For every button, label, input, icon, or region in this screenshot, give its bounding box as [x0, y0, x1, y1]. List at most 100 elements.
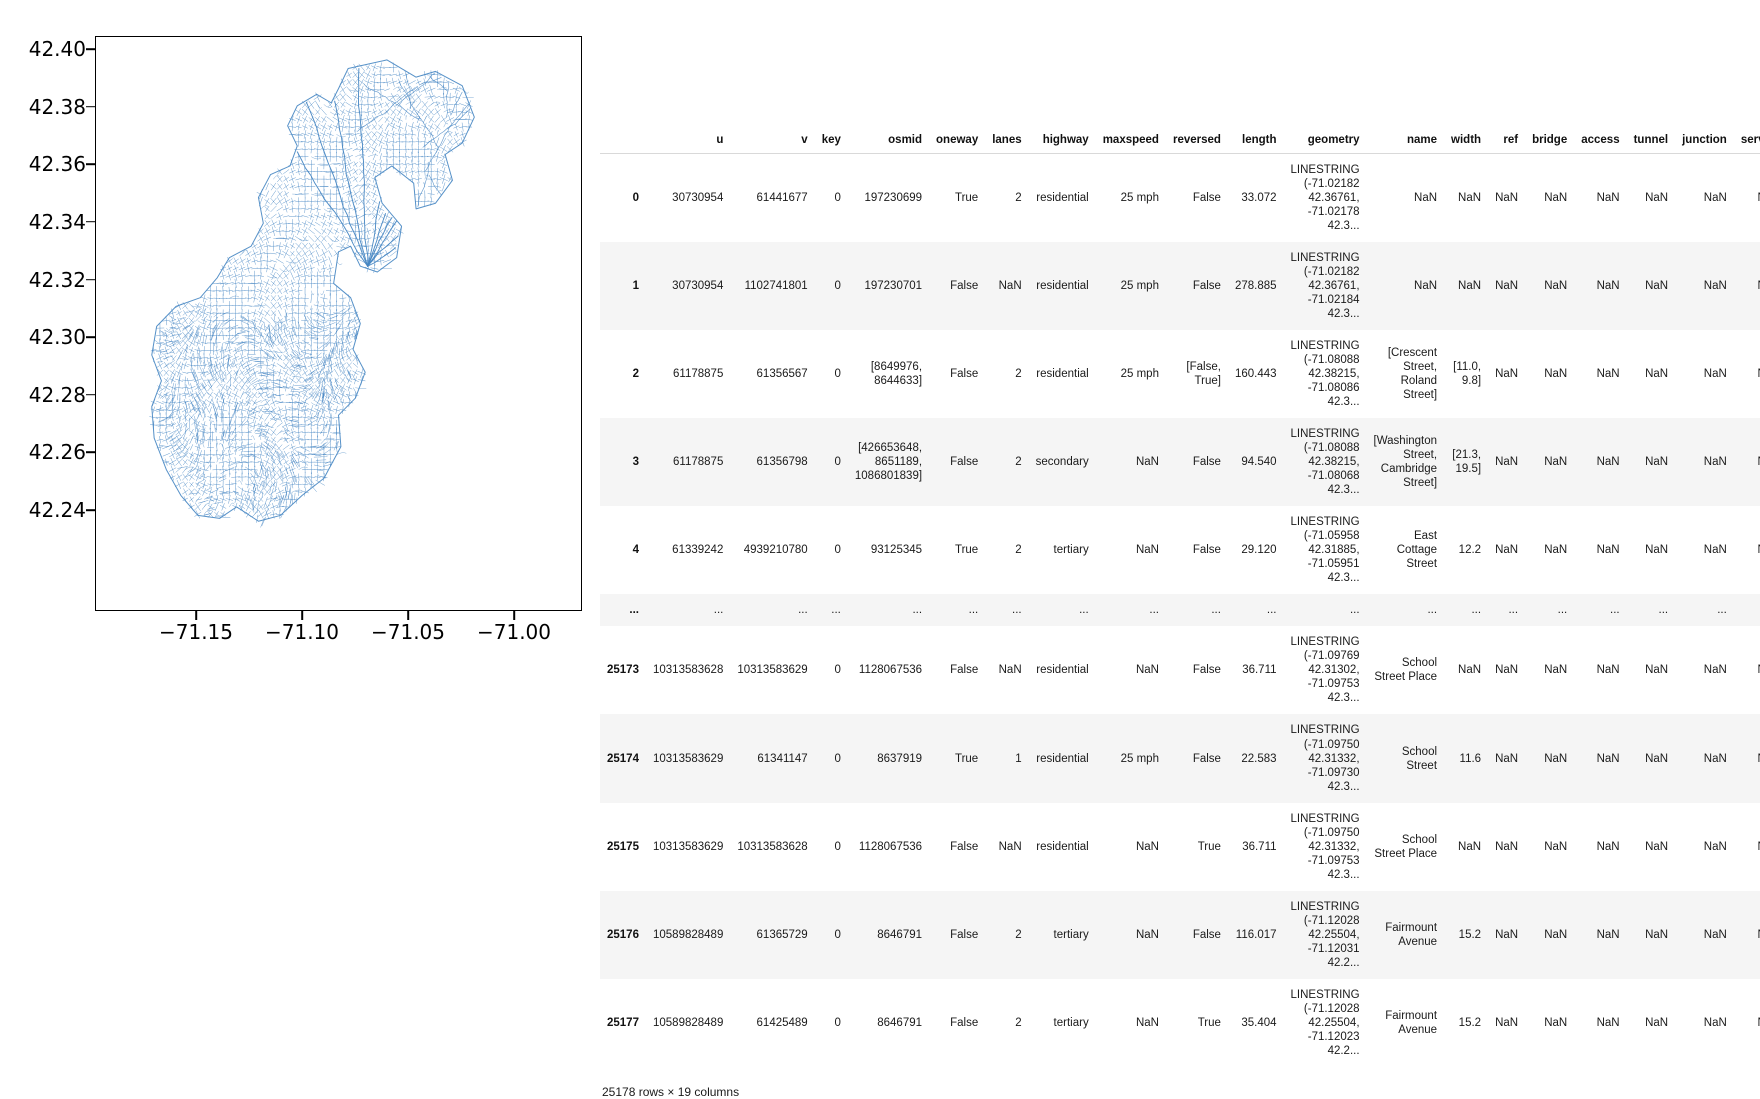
cell-bridge: NaN [1544, 192, 1568, 205]
cell-highway: residential [1036, 664, 1089, 677]
row-index-label: 3 [632, 456, 639, 469]
cell-tunnel: NaN [1645, 456, 1669, 469]
cell-tunnel: NaN [1645, 840, 1669, 853]
cell-geometry: LINESTRING (-71.02182 42.36761, -71.0218… [1290, 252, 1360, 321]
column-header-tunnel: tunnel [1626, 130, 1676, 154]
cell-access: ... [1610, 604, 1620, 617]
y-tick-label: 42.38 [28, 94, 86, 119]
cell-osmid: 8637919 [877, 752, 923, 765]
cell-tunnel: NaN [1645, 280, 1669, 293]
table-row: 4 61339242 4939210780 0 93125345 True 2 tertiar… [600, 506, 1760, 595]
cell-bridge: NaN [1544, 928, 1568, 941]
table-row: 25173 10313583628 10313583629 0 1128067536 Fa… [600, 626, 1760, 715]
table-row: 2 61178875 61356567 0 [8649976, 8644633] Fals… [600, 330, 1760, 419]
matplotlib-figure: 42.40 42.38 42.36 42.34 42.32 42.30 42.28 42.26… [0, 0, 600, 695]
cell-oneway: False [950, 456, 979, 469]
cell-service: ... [1734, 594, 1760, 626]
cell-v: 61341147 [757, 752, 808, 765]
cell-tunnel: NaN [1645, 192, 1669, 205]
cell-key: 0 [834, 840, 841, 853]
x-tick-mark [195, 611, 197, 620]
cell-lanes: 2 [1015, 456, 1022, 469]
cell-v: 61441677 [756, 192, 808, 205]
cell-maxspeed: NaN [1135, 1016, 1159, 1029]
cell-name: School Street Place [1374, 657, 1438, 684]
x-tick-label: −71.05 [370, 620, 445, 644]
cell-ref: NaN [1495, 752, 1519, 765]
cell-osmid: 8646791 [877, 1016, 923, 1029]
cell-lanes: 1 [1015, 752, 1022, 765]
cell-service: NaN [1734, 154, 1760, 243]
plot-axes-frame [95, 36, 582, 611]
cell-oneway: False [950, 368, 979, 381]
cell-width: NaN [1458, 280, 1482, 293]
cell-name: School Street [1401, 745, 1438, 772]
x-tick-mark [407, 611, 409, 620]
cell-oneway: True [954, 544, 979, 557]
y-tick-mark [86, 278, 95, 281]
cell-geometry: LINESTRING (-71.12028 42.25504, -71.1202… [1290, 988, 1360, 1057]
cell-geometry: LINESTRING (-71.09750 42.31332, -71.0975… [1290, 812, 1360, 881]
cell-width: 15.2 [1458, 1016, 1482, 1029]
x-tick-mark [513, 611, 515, 620]
cell-v: 10313583628 [737, 840, 808, 853]
column-header-service: service [1733, 130, 1760, 154]
cell-key: 0 [834, 192, 841, 205]
cell-service: NaN [1734, 506, 1760, 594]
cell-lanes: 2 [1015, 368, 1022, 381]
cell-reversed: False [1192, 280, 1221, 293]
cell-osmid: 197230699 [864, 192, 923, 205]
cell-geometry: LINESTRING (-71.08088 42.38215, -71.0808… [1290, 340, 1360, 409]
cell-maxspeed: 25 mph [1120, 368, 1159, 381]
cell-access: NaN [1596, 280, 1620, 293]
cell-width: 15.2 [1458, 928, 1482, 941]
cell-u: 61178875 [673, 456, 724, 469]
cell-u: 10589828489 [652, 1016, 724, 1029]
cell-junction: NaN [1703, 456, 1727, 469]
row-index-label: 4 [632, 544, 639, 557]
column-header-junction: junction [1675, 130, 1734, 154]
cell-key: 0 [834, 1016, 841, 1029]
cell-length: 22.583 [1241, 752, 1277, 765]
cell-junction: NaN [1703, 928, 1727, 941]
row-index-label: 25175 [607, 840, 639, 853]
column-header-width: width [1444, 130, 1489, 154]
x-tick-mark [301, 611, 303, 620]
cell-ref: NaN [1495, 840, 1519, 853]
cell-service: NaN [1734, 330, 1760, 418]
cell-width: [11.0, 9.8] [1453, 361, 1482, 388]
cell-junction: NaN [1703, 192, 1727, 205]
cell-ref: ... [1508, 604, 1519, 617]
cell-ref: NaN [1495, 368, 1519, 381]
cell-junction: NaN [1703, 1016, 1727, 1029]
cell-key: 0 [834, 280, 841, 293]
column-header-access: access [1574, 130, 1627, 154]
cell-key: 0 [834, 752, 841, 765]
cell-bridge: ... [1557, 604, 1568, 617]
cell-v: 61356798 [756, 456, 808, 469]
table-row: 25174 10313583629 61341147 0 8637919 True 1 res… [600, 714, 1760, 803]
cell-bridge: NaN [1544, 1016, 1568, 1029]
cell-maxspeed: NaN [1135, 456, 1159, 469]
cell-key: 0 [834, 456, 841, 469]
cell-v: 61356567 [756, 368, 808, 381]
cell-oneway: False [950, 840, 979, 853]
cell-reversed: ... [1211, 604, 1221, 617]
cell-geometry: LINESTRING (-71.12028 42.25504, -71.1203… [1290, 900, 1360, 969]
cell-osmid: ... [912, 604, 923, 617]
column-header-ref: ref [1488, 130, 1526, 154]
cell-lanes: NaN [998, 840, 1022, 853]
cell-access: NaN [1596, 752, 1620, 765]
cell-lanes: 2 [1015, 192, 1022, 205]
cell-width: NaN [1458, 840, 1482, 853]
x-tick-label: −71.10 [264, 620, 339, 644]
cell-reversed: [False, True] [1186, 361, 1221, 388]
cell-u: ... [713, 604, 724, 617]
edges-dataframe-table: u v key osmid oneway lanes highway maxspeed reve… [600, 130, 1760, 1067]
cell-lanes: 2 [1015, 544, 1022, 557]
y-tick-mark [86, 221, 95, 223]
cell-highway: residential [1036, 368, 1089, 381]
cell-lanes: NaN [998, 280, 1022, 293]
column-header-name: name [1366, 130, 1445, 154]
cell-tunnel: NaN [1645, 1016, 1669, 1029]
